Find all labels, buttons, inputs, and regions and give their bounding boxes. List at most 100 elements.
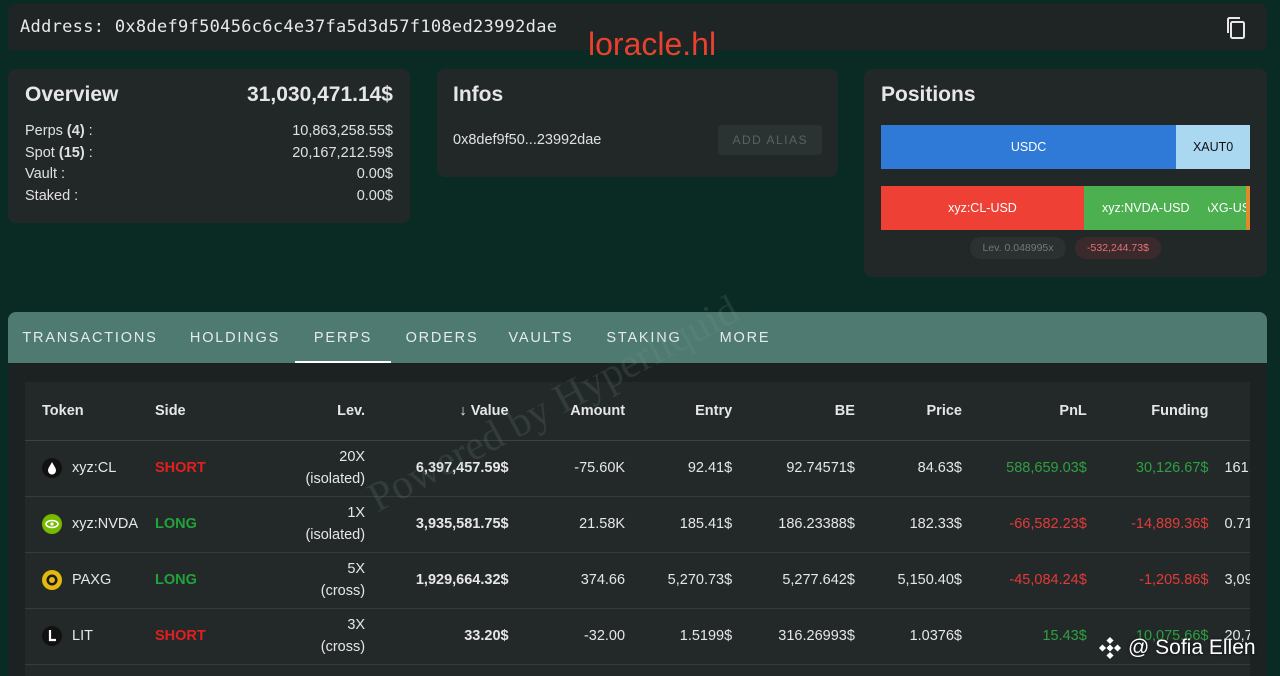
token-wrap: xyz:NVDA: [25, 514, 155, 534]
table-body: xyz:CL SHORT 20X (isolated) 6,397,457.59$ -75…: [25, 440, 1250, 665]
column-header-token[interactable]: Token: [25, 382, 155, 441]
copy-icon[interactable]: [1223, 15, 1249, 41]
column-header-funding[interactable]: Funding: [1086, 382, 1209, 441]
row-label-text: Perps: [25, 123, 63, 139]
column-header-lev[interactable]: Lev.: [259, 382, 366, 441]
funding-cell: -1,205.86$: [1086, 552, 1209, 609]
sort-arrow-icon: ↓: [459, 402, 467, 419]
pnl-cell: -45,084.24$: [962, 552, 1087, 609]
column-header-price[interactable]: Price: [854, 382, 962, 441]
column-header-liq[interactable]: Liq.: [1208, 382, 1250, 441]
allocation-segment[interactable]: XAUT0: [1176, 125, 1250, 169]
column-header-text: Funding: [1151, 402, 1209, 419]
overview-row: Staked : 0.00$: [25, 186, 393, 208]
overview-row-value: 0.00$: [356, 187, 393, 204]
token-cell: xyz:NVDA: [25, 496, 155, 553]
overview-row-label: Spot (15) :: [25, 143, 93, 165]
allocation-segment[interactable]: [1246, 186, 1250, 230]
token-wrap: PAXG: [25, 570, 155, 590]
token-cell: xyz:CL: [25, 440, 155, 497]
column-header-text: Value: [470, 402, 509, 419]
allocation-segment[interactable]: PAXG-USD: [1207, 186, 1247, 230]
token-name[interactable]: xyz:NVDA: [72, 516, 138, 532]
table-row[interactable]: PAXG LONG 5X (cross) 1,929,664.32$ 374.66 5,27…: [25, 552, 1250, 609]
row-label-text: Staked :: [25, 187, 79, 204]
overview-row: Vault : 0.00$: [25, 164, 393, 186]
liq-cell: 3,099.04$: [1208, 552, 1250, 609]
column-header-text: BE: [834, 402, 855, 419]
overview-row-label: Perps (4) :: [25, 121, 93, 143]
leverage-cell: 20X (isolated): [259, 440, 366, 497]
leverage-cell: 3X (cross): [259, 608, 366, 665]
margin-mode: (isolated): [305, 527, 366, 543]
liq-value: 161.49$: [1224, 460, 1250, 476]
overview-card: Overview 31,030,471.14$ Perps (4) : 10,86…: [8, 69, 410, 223]
column-header-pnl[interactable]: PnL: [962, 382, 1087, 441]
token-cell: PAXG: [25, 552, 155, 609]
column-header-text: PnL: [1059, 402, 1087, 419]
pnl-badge: -532,244.73$: [1075, 237, 1161, 259]
pnl-cell: -66,582.23$: [962, 496, 1087, 553]
overview-row-value: 10,863,258.55$: [292, 123, 393, 139]
leverage-value: 20X: [339, 449, 366, 465]
brand-logo-text: loracle.hl: [588, 26, 717, 62]
table-row[interactable]: LIT SHORT 3X (cross) 33.20$ -32.00 1.5199$ 316.…: [25, 608, 1250, 665]
nvidia-icon: [42, 514, 62, 534]
leverage-cell: 1X (isolated): [259, 496, 366, 553]
funding-cell: -14,889.36$: [1086, 496, 1209, 553]
token-name[interactable]: PAXG: [72, 572, 111, 588]
row-label-text: Spot: [25, 144, 55, 161]
token-wrap: xyz:CL: [25, 458, 155, 478]
column-header-value[interactable]: ↓ Value: [365, 382, 509, 441]
liq-cell: 0.71890$: [1208, 496, 1250, 553]
leverage-value: 1X: [347, 505, 366, 521]
column-header-side[interactable]: Side: [155, 382, 259, 441]
price-cell: 84.63$: [854, 440, 962, 497]
value-cell: 6,397,457.59$: [365, 440, 509, 497]
add-alias-button[interactable]: ADD ALIAS: [718, 125, 822, 155]
table-row[interactable]: xyz:CL SHORT 20X (isolated) 6,397,457.59$ -75…: [25, 440, 1250, 497]
overview-title: Overview: [25, 83, 119, 106]
pnl-cell: 15.43$: [962, 608, 1087, 665]
tab-holdings[interactable]: HOLDINGS: [175, 312, 295, 363]
overview-row-label: Vault :: [25, 164, 65, 186]
tab-transactions[interactable]: TRANSACTIONS: [8, 312, 172, 363]
column-header-amount[interactable]: Amount: [508, 382, 626, 441]
positions-title: Positions: [881, 83, 976, 106]
liq-cell: 161.49$: [1208, 440, 1250, 497]
overview-row: Spot (15) : 20,167,212.59$: [25, 143, 393, 165]
column-header-text: Token: [42, 402, 84, 419]
entry-cell: 185.41$: [625, 496, 733, 553]
tab-orders[interactable]: ORDERS: [391, 312, 493, 363]
row-suffix: :: [84, 144, 93, 161]
column-header-text: Price: [926, 402, 962, 419]
value-cell: 3,935,581.75$: [365, 496, 509, 553]
token-name[interactable]: LIT: [72, 628, 93, 644]
amount-cell: 374.66: [508, 552, 626, 609]
overview-total: 31,030,471.14$: [247, 83, 393, 106]
side-cell: LONG: [155, 496, 259, 553]
allocation-segment[interactable]: USDC: [881, 125, 1177, 169]
token-name[interactable]: xyz:CL: [72, 460, 116, 476]
allocation-segment[interactable]: xyz:NVDA-USD: [1083, 186, 1208, 230]
price-cell: 1.0376$: [854, 608, 962, 665]
be-cell: 92.74571$: [732, 440, 855, 497]
token-cell: LIT: [25, 608, 155, 665]
short-address: 0x8def9f50...23992dae: [453, 132, 602, 148]
table-row[interactable]: xyz:NVDA LONG 1X (isolated) 3,935,581.75$ 21.…: [25, 496, 1250, 553]
tab-staking[interactable]: STAKING: [589, 312, 699, 363]
lit-icon: [42, 626, 62, 646]
column-header-be[interactable]: BE: [732, 382, 855, 441]
tab-vaults[interactable]: VAULTS: [493, 312, 589, 363]
allocation-segment[interactable]: xyz:CL-USD: [881, 186, 1084, 230]
tab-more[interactable]: MORE: [699, 312, 791, 363]
leverage-value: 3X: [347, 617, 366, 633]
column-header-text: Lev.: [337, 402, 366, 419]
leverage-cell: 5X (cross): [259, 552, 366, 609]
liq-value: 3,099.04$: [1224, 572, 1250, 588]
tab-perps[interactable]: PERPS: [295, 312, 391, 363]
be-cell: 186.23388$: [732, 496, 855, 553]
paxg-icon: [42, 570, 62, 590]
credit-label: @ Sofia Ellen: [1098, 636, 1256, 660]
column-header-entry[interactable]: Entry: [625, 382, 733, 441]
